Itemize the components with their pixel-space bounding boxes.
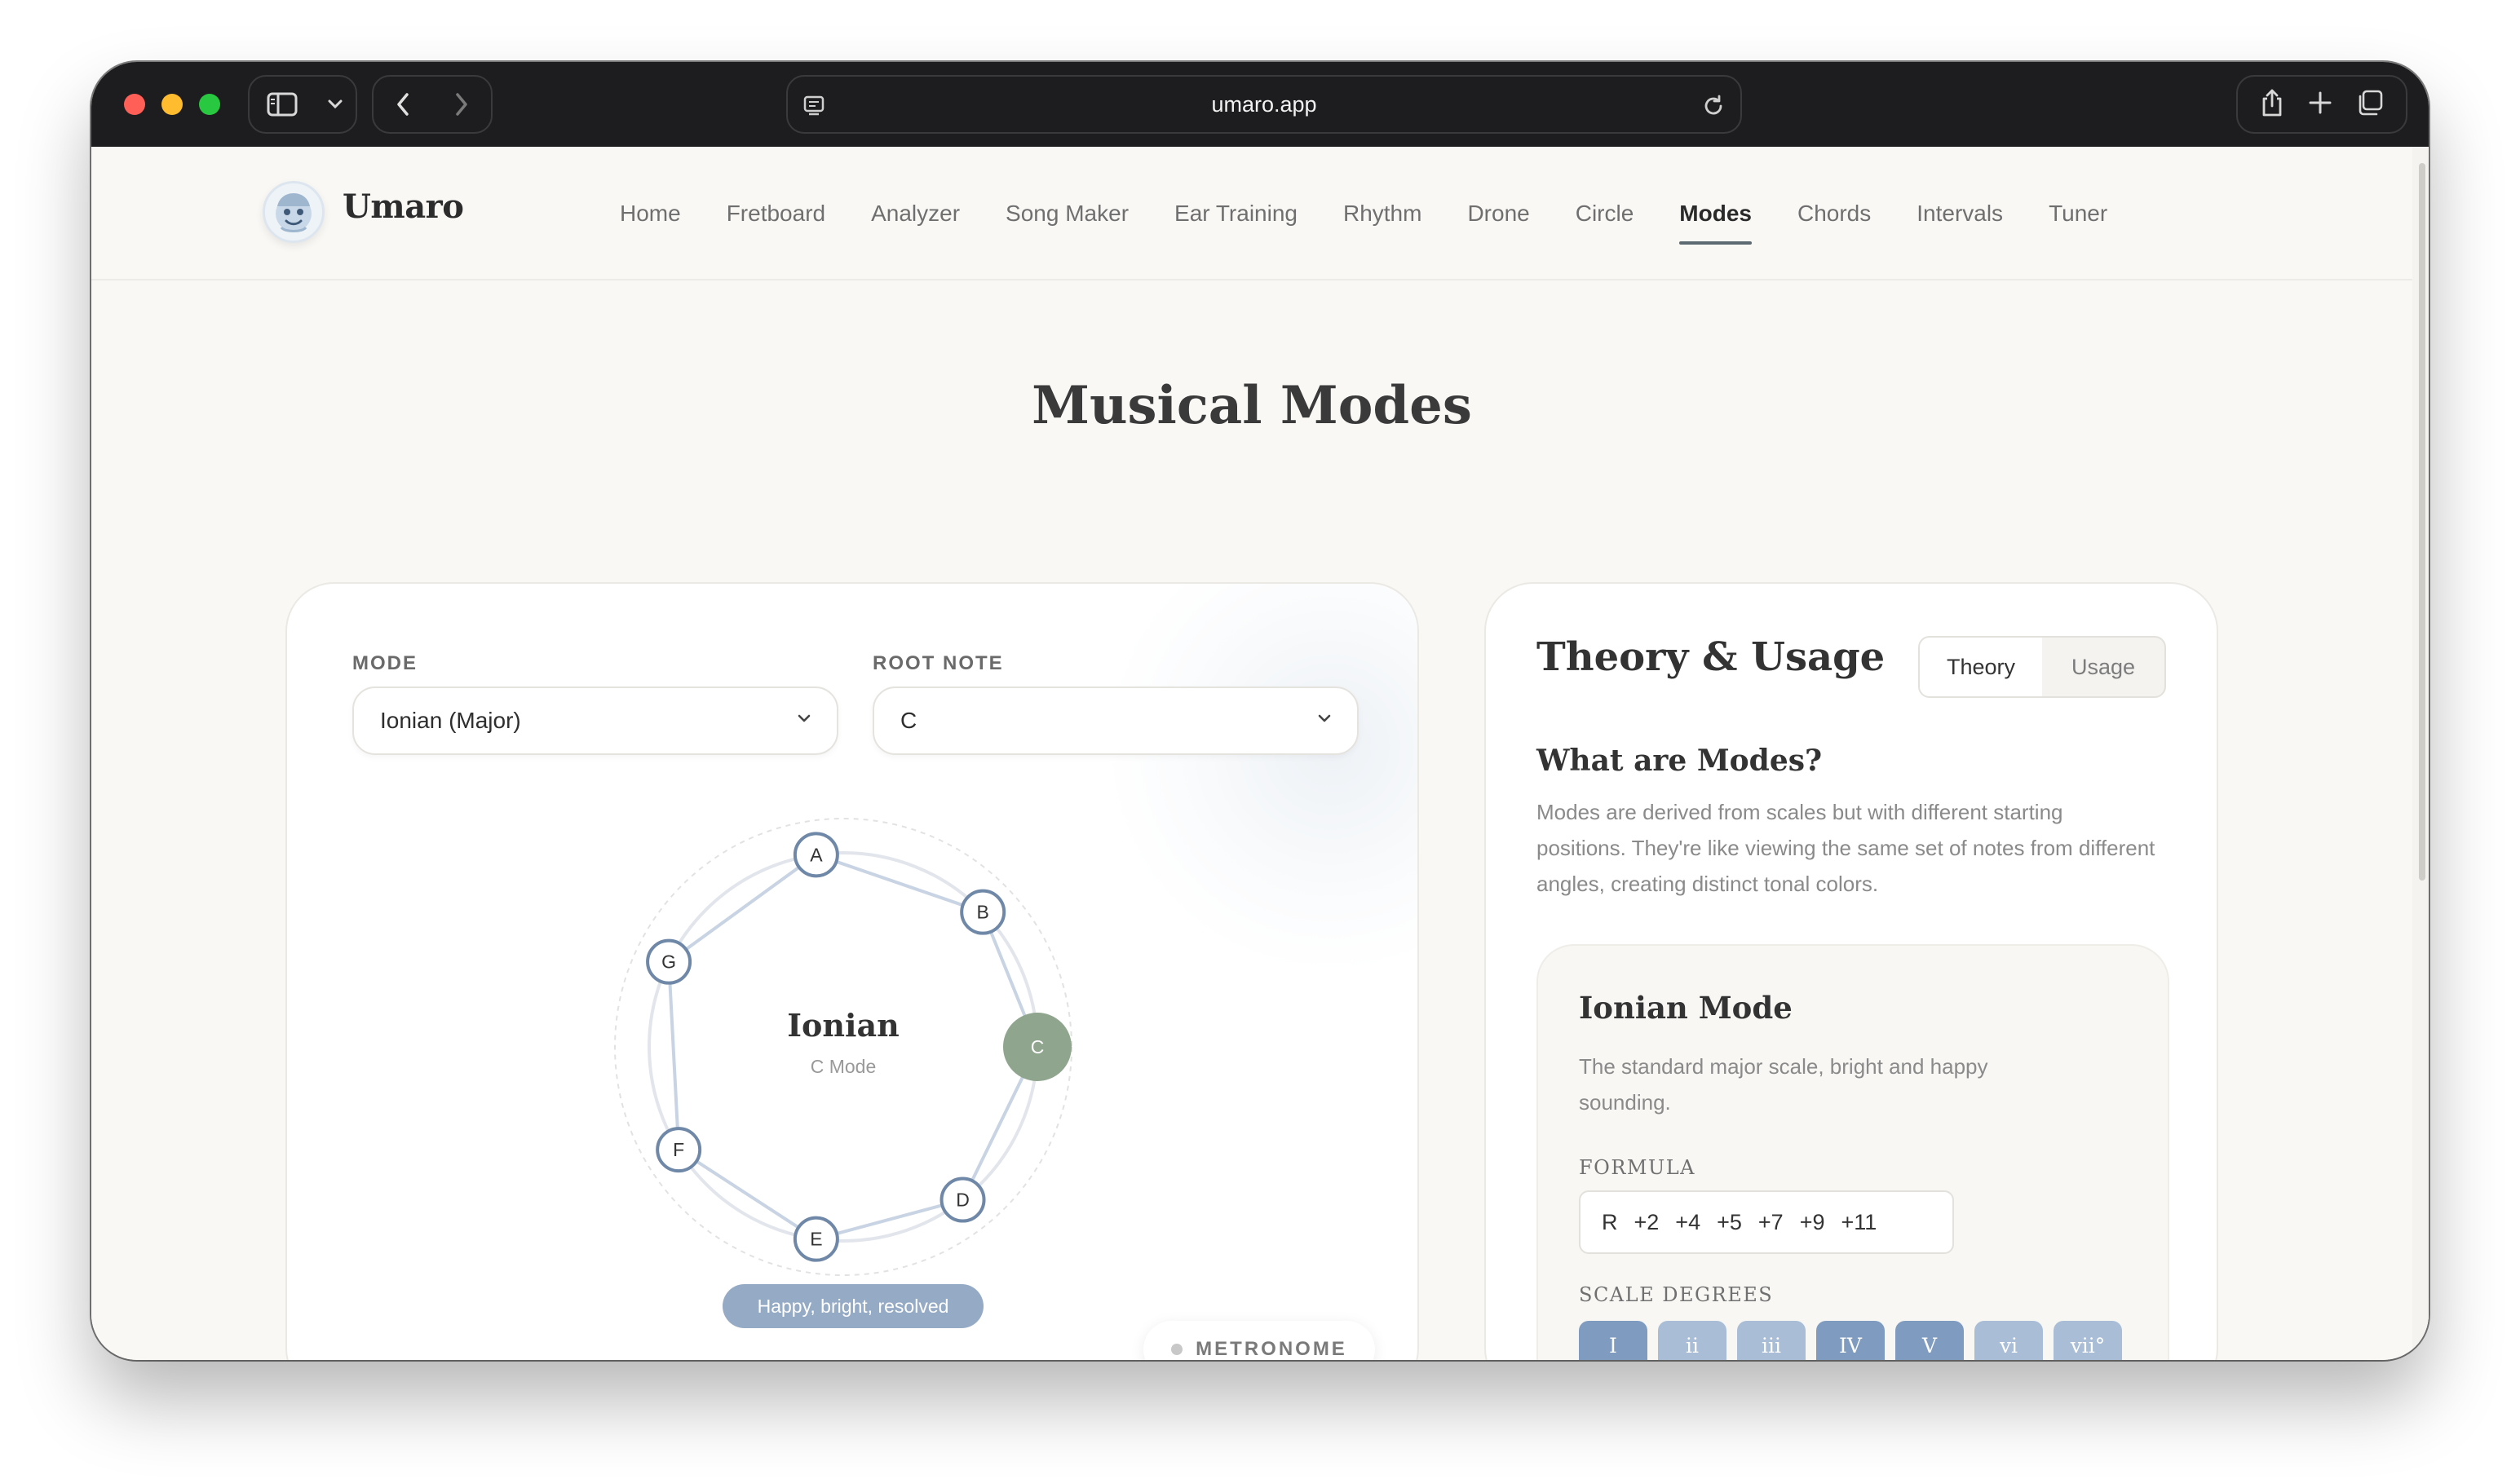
note-label: C [1031, 1036, 1045, 1057]
page: Umaro Home Fretboard Analyzer Song Maker… [91, 147, 2429, 1360]
nav-fretboard[interactable]: Fretboard [727, 201, 825, 227]
note-label: F [673, 1139, 684, 1160]
address-bar[interactable]: umaro.app [786, 75, 1742, 134]
formula-box: R +2 +4 +5 +7 +9 +11 [1579, 1190, 1954, 1254]
browser-window: umaro.app Umaro Home Fretboard Analyzer … [91, 62, 2429, 1360]
back-icon[interactable] [374, 77, 432, 132]
tab-theory[interactable]: Theory [1920, 638, 2042, 696]
degree-chip[interactable]: vi [1974, 1321, 2043, 1360]
section-text: Modes are derived from scales but with d… [1536, 800, 2155, 896]
close-window-button[interactable] [124, 94, 145, 115]
wheel-center-subtitle: C Mode [811, 1056, 877, 1077]
theory-panel-title: Theory & Usage [1536, 634, 1886, 680]
site-header: Umaro Home Fretboard Analyzer Song Maker… [91, 147, 2412, 280]
degree-chip[interactable]: vii° [2054, 1321, 2122, 1360]
scrollbar[interactable] [2412, 147, 2429, 1360]
metronome-label: METRONOME [1196, 1338, 1347, 1360]
note-label: A [810, 844, 823, 865]
chevron-down-icon[interactable] [315, 77, 356, 132]
nav-chords[interactable]: Chords [1797, 201, 1871, 227]
mood-pill: Happy, bright, resolved [723, 1284, 984, 1328]
nav-intervals[interactable]: Intervals [1917, 201, 2003, 227]
history-nav-group [372, 75, 493, 134]
new-tab-icon[interactable] [2308, 91, 2332, 119]
tab-overview-icon[interactable] [2356, 89, 2384, 121]
formula-step: +4 [1675, 1209, 1701, 1234]
nav-circle[interactable]: Circle [1576, 201, 1634, 227]
minimize-window-button[interactable] [161, 94, 183, 115]
mode-info-box: Ionian Mode The standard major scale, br… [1536, 944, 2169, 1360]
formula-step: R [1602, 1209, 1618, 1234]
mode-description: The standard major scale, bright and hap… [1579, 1054, 1988, 1115]
scale-degrees: I ii iii IV V vi vii° [1579, 1321, 2122, 1360]
note-label: D [956, 1190, 970, 1211]
mode-explorer-card: MODE Ionian (Major) ROOT NOTE C ABCDEFG [285, 582, 1419, 1360]
zoom-window-button[interactable] [199, 94, 220, 115]
formula-step: +9 [1799, 1209, 1825, 1234]
nav-modes[interactable]: Modes [1679, 201, 1752, 245]
degree-chip[interactable]: iii [1737, 1321, 1806, 1360]
mode-title: Ionian Mode [1579, 990, 1793, 1026]
formula-step: +11 [1841, 1209, 1877, 1234]
wheel-center-title: Ionian [787, 1007, 899, 1044]
nav-drone[interactable]: Drone [1467, 201, 1529, 227]
degree-chip[interactable]: I [1579, 1321, 1647, 1360]
theory-tabs: Theory Usage [1918, 636, 2166, 698]
nav-home[interactable]: Home [620, 201, 681, 227]
note-label: G [661, 951, 676, 973]
forward-icon[interactable] [432, 77, 491, 132]
scrollbar-thumb[interactable] [2419, 163, 2425, 881]
metronome-status-dot [1171, 1344, 1183, 1355]
share-icon[interactable] [2260, 88, 2284, 121]
scale-degrees-label: SCALE DEGREES [1579, 1283, 1774, 1306]
mode-wheel: A B C D E F G Ionian C Mode [614, 818, 1072, 1276]
sidebar-icon[interactable] [250, 77, 315, 132]
degree-chip[interactable]: V [1895, 1321, 1964, 1360]
browser-actions-group [2236, 75, 2407, 134]
logo-icon[interactable] [263, 181, 325, 243]
formula-label: FORMULA [1579, 1156, 1695, 1179]
theory-card: Theory & Usage Theory Usage What are Mod… [1484, 582, 2218, 1360]
sidebar-toggle-group [248, 75, 357, 134]
note-label: E [810, 1229, 822, 1250]
nav-tuner[interactable]: Tuner [2049, 201, 2107, 227]
url-text: umaro.app [1211, 92, 1317, 117]
tab-usage[interactable]: Usage [2042, 638, 2164, 696]
nav-rhythm[interactable]: Rhythm [1343, 201, 1421, 227]
reload-icon[interactable] [1701, 94, 1726, 122]
main-nav: Home Fretboard Analyzer Song Maker Ear T… [597, 147, 2130, 280]
formula-step: +7 [1757, 1209, 1784, 1234]
page-title: Musical Modes [1032, 375, 1472, 436]
logo-text[interactable]: Umaro [343, 188, 464, 226]
nav-analyzer[interactable]: Analyzer [871, 201, 960, 227]
browser-titlebar: umaro.app [91, 62, 2429, 147]
note-label: B [977, 902, 989, 923]
formula-step: +5 [1717, 1209, 1742, 1234]
nav-song-maker[interactable]: Song Maker [1006, 201, 1129, 227]
degree-chip[interactable]: ii [1658, 1321, 1726, 1360]
nav-ear-training[interactable]: Ear Training [1174, 201, 1298, 227]
formula-step: +2 [1634, 1209, 1660, 1234]
degree-chip[interactable]: IV [1816, 1321, 1885, 1360]
metronome-button[interactable]: METRONOME [1143, 1321, 1375, 1360]
section-heading: What are Modes? [1536, 744, 1823, 778]
